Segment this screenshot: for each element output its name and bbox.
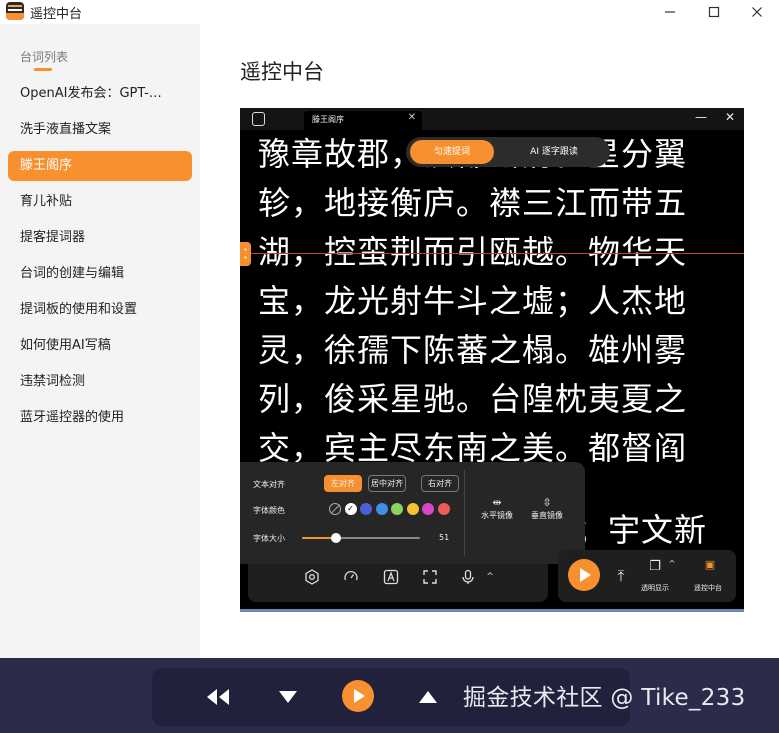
color-swatch-selected[interactable]: ✓ xyxy=(344,503,357,515)
mirror-horizontal-icon: ⇹ xyxy=(492,496,502,509)
page-title: 遥控中台 xyxy=(240,60,324,84)
window-title: 遥控中台 xyxy=(30,7,83,22)
arrow-down-icon[interactable] xyxy=(278,690,298,704)
sidebar-item[interactable]: 提客提词器 xyxy=(8,223,192,253)
sidebar-item[interactable]: 提词板的使用和设置 xyxy=(8,295,192,325)
align-option-button[interactable]: 右对齐 xyxy=(421,475,459,492)
preview-minimize-icon[interactable]: — xyxy=(695,110,707,124)
close-button[interactable] xyxy=(737,0,777,24)
app-window: 遥控中台 台词列表 OpenAI发布会：GPT-… 洗手液直播文案 滕王阁序 育儿补贴… xyxy=(0,0,779,733)
settings-icon[interactable] xyxy=(300,565,324,589)
font-size-slider-knob[interactable] xyxy=(331,533,342,543)
sidebar-item[interactable]: 蓝牙遥控器的使用 xyxy=(8,403,192,433)
prompter-line: 轸，地接衡庐。襟三江而带五 xyxy=(258,184,688,222)
microphone-icon[interactable] xyxy=(456,565,480,589)
maximize-icon xyxy=(708,6,720,18)
minimize-icon xyxy=(665,11,675,13)
sidebar-item[interactable]: OpenAI发布会：GPT-… xyxy=(8,79,192,109)
minimize-button[interactable] xyxy=(650,0,690,24)
mirror-vertical-label: 垂直镜像 xyxy=(531,511,563,520)
transparent-expand-icon[interactable]: ^ xyxy=(667,559,677,568)
sidebar: 台词列表 OpenAI发布会：GPT-… 洗手液直播文案 滕王阁序育儿补贴提客提词器… xyxy=(0,24,200,658)
guide-line-handle[interactable]: • • xyxy=(240,242,251,266)
mirror-horizontal-button[interactable]: ⇹ 水平镜像 xyxy=(472,496,522,521)
mirror-vertical-button[interactable]: ⇳ 垂直镜像 xyxy=(522,496,572,521)
maximize-button[interactable] xyxy=(694,0,734,24)
color-swatch[interactable] xyxy=(437,503,450,515)
align-label: 文本对齐 xyxy=(253,480,285,489)
sidebar-item[interactable]: 洗手液直播文案 xyxy=(8,115,192,145)
font-size-value: 51 xyxy=(439,533,450,542)
fullscreen-icon[interactable] xyxy=(418,565,442,589)
sidebar-item[interactable]: 如何使用AI写稿 xyxy=(8,331,192,361)
color-label: 字体颜色 xyxy=(253,506,285,515)
arrow-up-icon[interactable] xyxy=(418,690,438,704)
color-swatch[interactable] xyxy=(360,503,372,515)
prompter-line: 宝，龙光射牛斗之墟；人杰地 xyxy=(258,282,688,320)
sidebar-item[interactable]: 滕王阁序 xyxy=(8,151,192,181)
remote-play-button[interactable] xyxy=(342,680,374,712)
remote-center-label: 遥控中台 xyxy=(694,584,722,592)
scroll-top-icon[interactable]: ⤒ xyxy=(612,567,630,585)
preview-close-icon[interactable]: ✕ xyxy=(725,110,735,124)
transparent-display-icon[interactable]: ❐ xyxy=(645,559,665,574)
color-swatch[interactable] xyxy=(422,503,434,515)
color-swatch[interactable] xyxy=(391,503,403,515)
align-option-button[interactable]: 居中对齐 xyxy=(368,475,406,492)
color-none-swatch[interactable] xyxy=(329,503,341,515)
color-swatch[interactable] xyxy=(406,503,419,515)
settings-divider xyxy=(464,470,465,556)
remote-control-bar: 掘金技术社区 @ Tike_233 xyxy=(0,658,779,733)
reading-guide-line xyxy=(240,253,744,254)
mode-scroll-button[interactable]: 匀速提词 xyxy=(410,140,494,164)
mirror-vertical-icon: ⇳ xyxy=(542,496,552,509)
preview-progress-line xyxy=(240,609,744,612)
settings-panel: 文本对齐 左对齐 居中对齐 右对齐 字体颜色 ✓ 字体大小 51 ⇹ 水平镜像 ⇳ … xyxy=(240,462,585,564)
sidebar-item[interactable]: 违禁词检测 xyxy=(8,367,192,397)
mode-ai-follow-button[interactable]: AI 逐字跟读 xyxy=(502,140,606,164)
preview-tab-label: 滕王阁序 xyxy=(312,115,344,124)
preview-play-button[interactable] xyxy=(568,559,600,591)
prompter-app-icon xyxy=(252,112,265,126)
prompter-line: 灵，徐孺下陈蕃之榻。雄州雾 xyxy=(258,331,688,369)
preview-tab[interactable]: 滕王阁序 ✕ xyxy=(304,111,422,130)
preview-title-bar: 滕王阁序 ✕ — ✕ xyxy=(240,108,744,130)
align-option-button[interactable]: 左对齐 xyxy=(324,475,362,492)
app-logo-icon xyxy=(6,2,24,20)
color-swatch[interactable] xyxy=(375,503,388,515)
sidebar-header: 台词列表 xyxy=(20,50,69,64)
sidebar-item[interactable]: 育儿补贴 xyxy=(8,187,192,217)
title-bar: 遥控中台 xyxy=(0,0,779,24)
remote-center-icon[interactable]: ▣ xyxy=(701,558,719,571)
microphone-expand-icon[interactable]: ^ xyxy=(478,565,502,589)
main-panel: 遥控中台 滕王阁序 ✕ — ✕ 豫章故郡，洪都新府。星分翼轸，地接衡庐。襟三江而… xyxy=(200,24,779,658)
prompter-line: 列，俊采星驰。台隍枕夷夏之 xyxy=(258,380,688,418)
font-style-icon[interactable] xyxy=(379,565,403,589)
mirror-horizontal-label: 水平镜像 xyxy=(481,511,513,520)
rewind-icon[interactable] xyxy=(205,688,233,706)
prompter-text: 豫章故郡，洪都新府。星分翼轸，地接衡庐。襟三江而带五湖，控蛮荆而引瓯越。物华天宝… xyxy=(258,130,728,598)
sidebar-header-underline xyxy=(34,68,52,71)
speed-icon[interactable] xyxy=(339,565,363,589)
close-icon xyxy=(752,7,762,17)
prompter-line-fragment: ；宇文新 xyxy=(575,511,708,549)
sidebar-item[interactable]: 台词的创建与编辑 xyxy=(8,259,192,289)
transparent-display-label: 透明显示 xyxy=(641,584,669,592)
teleprompter-preview[interactable]: 滕王阁序 ✕ — ✕ 豫章故郡，洪都新府。星分翼轸，地接衡庐。襟三江而带五湖，控… xyxy=(240,108,744,611)
watermark: 掘金技术社区 @ Tike_233 xyxy=(463,685,746,711)
size-label: 字体大小 xyxy=(253,534,285,543)
tab-close-icon[interactable]: ✕ xyxy=(408,112,416,123)
